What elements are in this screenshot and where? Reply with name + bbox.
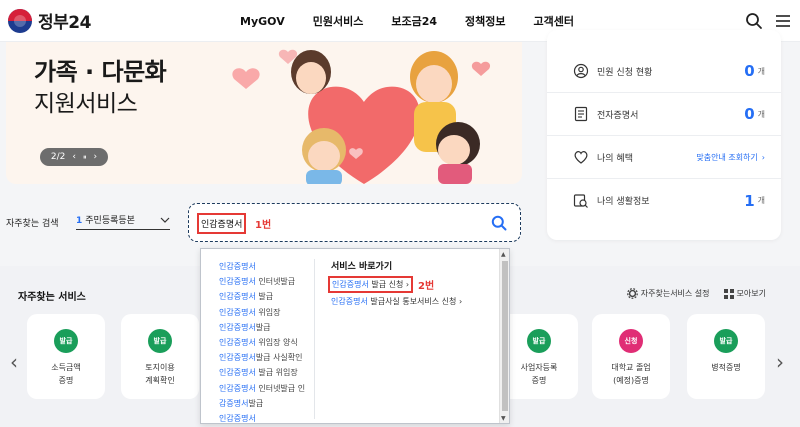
service-card-label: 대학교 졸업 (예정)증명 — [611, 363, 651, 385]
issue-badge: 발급 — [54, 329, 78, 353]
issue-badge: 발급 — [148, 329, 172, 353]
panel-label: 전자증명서 — [597, 110, 639, 121]
service-card-business-registration[interactable]: 발급 사업자등록 증명 — [500, 314, 578, 399]
suggestion-item[interactable]: 인감증명서발급 — [219, 320, 309, 335]
scroll-up-icon[interactable]: ▲ — [501, 251, 506, 258]
frequent-search-value: 1 주민등록등본 — [76, 213, 135, 226]
panel-label: 민원 신청 현황 — [597, 67, 653, 78]
services-tools: 자주찾는서비스 설정 모아보기 — [626, 288, 766, 299]
logo-text: 정부24 — [38, 13, 91, 33]
grid-icon — [723, 288, 734, 299]
suggestion-list: 인감증명서 인감증명서 인터넷발급 인감증명서 발급 인감증명서 위임장 인감증… — [219, 259, 309, 423]
panel-label: 나의 혜택 — [597, 153, 633, 164]
service-card-land-use-plan[interactable]: 발급 토지이용 계획확인 — [121, 314, 199, 399]
shortcut-seal-certificate-apply[interactable]: 인감증명서 발급 신청 › — [328, 276, 414, 293]
services-settings-button[interactable]: 자주찾는서비스 설정 — [626, 288, 710, 299]
panel-row-application-status[interactable]: 민원 신청 현황 0 개 — [547, 50, 781, 93]
user-circle-icon — [573, 63, 589, 79]
service-card-military-certificate[interactable]: 발급 병적증명 — [687, 314, 765, 399]
search-icon[interactable] — [745, 12, 763, 30]
nav-customer-center[interactable]: 고객센터 — [533, 13, 573, 29]
pager-next-icon[interactable]: › — [93, 152, 97, 162]
view-all-button[interactable]: 모아보기 — [723, 288, 766, 299]
service-shortcut-title: 서비스 바로가기 — [331, 262, 393, 272]
panel-unit: 개 — [757, 66, 765, 76]
frequent-search-rank: 1 — [76, 216, 83, 226]
suggestion-item[interactable]: 인감증명서 인터넷발급 — [219, 274, 309, 289]
frequent-services-title: 자주찾는 서비스 — [18, 292, 86, 303]
heart-icon — [574, 151, 588, 164]
autocomplete-dropdown: 인감증명서 인감증명서 인터넷발급 인감증명서 발급 인감증명서 위임장 인감증… — [200, 248, 510, 424]
banner-title-line2: 지원서비스 — [34, 91, 138, 117]
services-settings-label: 자주찾는서비스 설정 — [640, 289, 710, 298]
suggestion-item[interactable]: 인감증명서 위임장 — [219, 305, 309, 320]
service-card-income-certificate[interactable]: 발급 소득금액 증명 — [27, 314, 105, 399]
document-icon — [574, 106, 588, 122]
gear-icon — [626, 288, 638, 299]
suggestion-item[interactable]: 인감증명서 — [219, 411, 309, 423]
suggestion-item[interactable]: 인감증명서 위임장 양식 — [219, 335, 309, 350]
logo[interactable]: 정부24 — [8, 8, 91, 33]
frequent-search-term: 주민등록등본 — [85, 216, 135, 226]
issue-badge: 발급 — [714, 329, 738, 353]
issue-badge: 발급 — [527, 329, 551, 353]
panel-row-life-info[interactable]: 나의 생활정보 1 개 — [547, 179, 781, 222]
suggestion-item[interactable]: 인감증명서발급 사실확인 — [219, 350, 309, 365]
apply-badge: 신청 — [619, 329, 643, 353]
suggestion-item[interactable]: 인감증명서 인터넷발급 인 감증명서발급 — [219, 381, 309, 411]
panel-unit: 개 — [757, 109, 765, 119]
service-card-label: 병적증명 — [711, 363, 741, 372]
panel-count[interactable]: 1 — [744, 192, 754, 210]
suggestion-item[interactable]: 인감증명서 — [219, 259, 309, 274]
carousel-prev-icon[interactable]: ‹ — [10, 350, 18, 374]
scroll-down-icon[interactable]: ▼ — [501, 415, 506, 422]
banner-pager: 2/2 ‹ ⏸ › — [40, 148, 108, 166]
panel-row-my-benefits[interactable]: 나의 혜택 맞춤안내 조회하기 › — [547, 136, 781, 179]
panel-row-e-certificate[interactable]: 전자증명서 0 개 — [547, 93, 781, 136]
search-doc-icon — [573, 193, 588, 208]
menu-icon[interactable] — [774, 12, 792, 30]
search-icon[interactable] — [491, 215, 507, 231]
pager-prev-icon[interactable]: ‹ — [72, 152, 76, 162]
shortcut-seal-notification-apply[interactable]: 인감증명서 발급사실 통보서비스 신청 › — [331, 296, 462, 307]
my-status-panel: 민원 신청 현황 0 개 전자증명서 0 개 나의 혜택 맞춤안내 조회하기 ›… — [547, 30, 781, 240]
view-all-label: 모아보기 — [736, 289, 766, 298]
scroll-thumb[interactable] — [502, 261, 508, 411]
search-input[interactable]: 인감증명서 1번 — [188, 203, 521, 242]
nav-mygov[interactable]: MyGOV — [240, 15, 285, 28]
service-card-label: 토지이용 계획확인 — [145, 363, 175, 385]
dropdown-scrollbar[interactable]: ▲ ▼ — [499, 249, 509, 423]
suggestion-item[interactable]: 인감증명서 발급 위임장 — [219, 365, 309, 380]
promo-banner[interactable]: 가족 · 다문화 지원서비스 2/2 ‹ ⏸ › — [6, 42, 522, 184]
pager-indicator: 2/2 — [50, 152, 66, 162]
dropdown-divider — [314, 259, 315, 419]
annotation-step2: 2번 — [418, 281, 435, 292]
chevron-right-icon: › — [761, 152, 765, 162]
panel-count[interactable]: 0 — [744, 62, 754, 80]
suggestion-item[interactable]: 인감증명서 발급 — [219, 289, 309, 304]
taegeuk-logo-icon — [8, 8, 32, 33]
frequent-search-label: 자주찾는 검색 — [6, 219, 59, 229]
panel-label: 나의 생활정보 — [597, 197, 650, 207]
family-illustration — [232, 49, 491, 184]
custom-guide-link[interactable]: 맞춤안내 조회하기 — [696, 152, 757, 163]
frequent-search-select[interactable]: 1 주민등록등본 — [76, 210, 170, 230]
service-card-label: 소득금액 증명 — [51, 363, 81, 385]
service-card-graduation-certificate[interactable]: 신청 대학교 졸업 (예정)증명 — [592, 314, 670, 399]
pager-pause-icon[interactable]: ⏸ — [83, 153, 87, 162]
panel-count[interactable]: 0 — [744, 105, 754, 123]
nav-policy[interactable]: 정책정보 — [465, 13, 505, 29]
carousel-next-icon[interactable]: › — [776, 350, 784, 374]
chevron-down-icon — [160, 217, 170, 223]
service-card-label: 사업자등록 증명 — [520, 363, 558, 385]
banner-title-line1: 가족 · 다문화 — [34, 58, 167, 86]
annotation-step1: 1번 — [255, 220, 272, 231]
search-query-text: 인감증명서 — [197, 213, 247, 234]
nav-civil-service[interactable]: 민원서비스 — [313, 13, 364, 29]
panel-unit: 개 — [757, 196, 765, 205]
nav-subsidy[interactable]: 보조금24 — [391, 13, 437, 29]
